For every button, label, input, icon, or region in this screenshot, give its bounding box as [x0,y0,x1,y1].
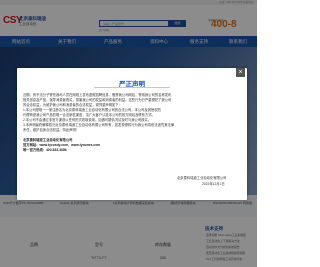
notice-paragraph: 相关信息及产品，误导消费者购买，损害我公司的权益和消费者的利益。这些行为已严重侵… [23,98,172,102]
title-divider [94,87,170,88]
notice-paragraph: 1.本公司是唯一一家注册名为北京泰科瑞迪工业自动化有限公司的合法公司，本公司及其… [23,108,161,112]
notice-paragraph: 近期，有不法分子冒充我司人员在网络上发布虚假招聘信息，假冒我公司网站，冒用我公司… [23,93,172,97]
company-name-bold: 北京泰科瑞迪工业自动化有限公司 [23,138,73,142]
hotline-value: 400-833-3686 [46,148,67,152]
close-button[interactable]: × [236,68,245,77]
website-label: 官方网站： [23,143,40,147]
notice-paragraph: 责任，维护自身合法权益。特此声明！ [23,128,80,132]
website-line: 官方网站：www.tycosdy.com、www.tycomrs.com [23,143,241,148]
notice-paragraph: 3.本声明最终解释权归北京泰科瑞迪工业自动化有限公司所有，如发现侵权行为我公司将… [23,123,175,127]
notice-paragraph: 的合法权益，为维护我公司和消费者的合法权益，现郑重声明如下： [23,103,122,107]
hotline-line: 唯一官方热线：400-833-3686 [23,148,241,153]
signature-date: 2022年12月1日 [202,182,225,186]
notice-paragraph: 代理商是我公司产品的唯一合法销售渠道，请广大客户认准本公司的官方网站及联系方式。 [23,113,155,117]
notice-dialog: × 严正声明 近期，有不法分子冒充我司人员在网络上发布虚假招聘信息，假冒我公司网… [17,68,247,200]
notice-paragraph: 2.本公司不会通过非官方渠道以任何形式收取费用，如遇可疑情况请及时与我公司核实。 [23,118,152,122]
website-links[interactable]: www.tycosdy.com、www.tycomrs.com [39,143,100,147]
hotline-label: 唯一官方热线： [23,148,47,152]
signature: 北京泰科瑞迪工业自动化有限公司 [177,176,227,180]
